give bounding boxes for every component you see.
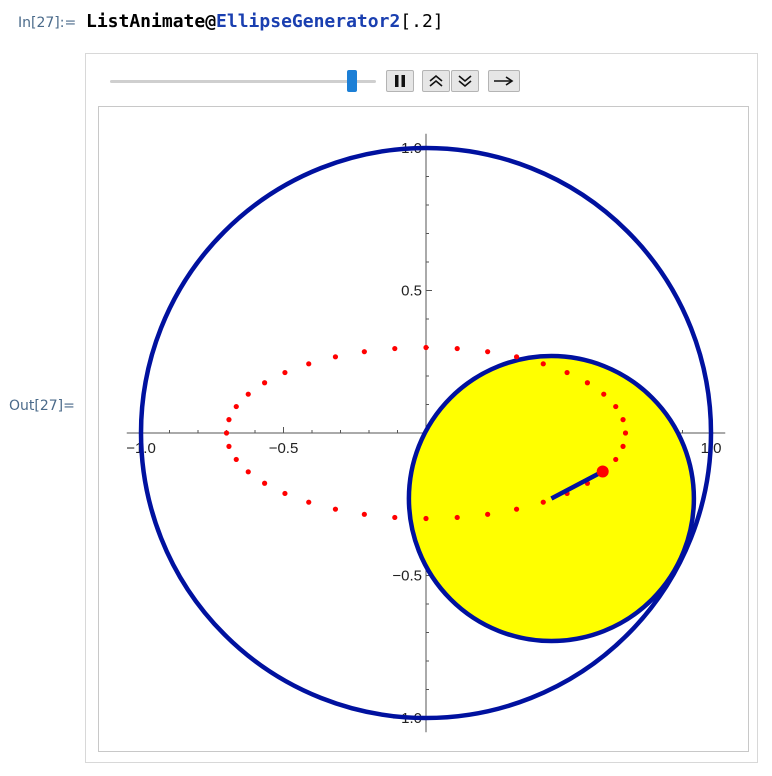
tracer-point <box>596 465 609 478</box>
ellipse-point <box>620 417 626 423</box>
output-label: Out[27]= <box>9 398 75 414</box>
ellipse-point <box>513 354 520 360</box>
ellipse-point <box>262 380 268 386</box>
x-tick-label: −0.5 <box>269 440 299 457</box>
ellipse-point <box>223 430 230 436</box>
chevron-double-up-icon <box>429 74 443 87</box>
ellipse-point <box>513 506 520 512</box>
ellipse-point <box>332 506 339 512</box>
animation-panel: −1.0−0.50.51.01.00.5−0.5−1.0 <box>85 53 758 763</box>
ellipse-point <box>601 391 607 397</box>
input-label: In[27]:= <box>18 15 77 31</box>
y-tick-label: −0.5 <box>392 568 422 585</box>
ellipse-point <box>613 456 619 463</box>
ellipse-point <box>282 490 288 497</box>
code-function: ListAnimate@ <box>86 11 217 32</box>
pause-button[interactable] <box>386 70 414 92</box>
frame-slider[interactable] <box>110 80 376 83</box>
ellipse-point <box>233 403 239 410</box>
ellipse-point <box>226 417 232 423</box>
animation-plot: −1.0−0.50.51.01.00.5−0.5−1.0 <box>126 133 726 733</box>
ellipse-point <box>485 349 491 355</box>
right-arrow-icon <box>494 76 514 86</box>
ellipse-point <box>361 511 367 517</box>
ellipse-point <box>540 361 546 367</box>
slower-button[interactable] <box>451 70 479 92</box>
ellipse-point <box>262 480 268 486</box>
ellipse-point <box>540 499 546 505</box>
ellipse-point <box>392 345 398 352</box>
plot-frame: −1.0−0.50.51.01.00.5−0.5−1.0 <box>98 106 749 752</box>
code-args: [.2] <box>400 11 444 32</box>
chevron-double-down-icon <box>458 75 472 88</box>
ellipse-point <box>245 391 251 397</box>
ellipse-point <box>245 469 251 475</box>
ellipse-point <box>361 349 367 355</box>
ellipse-point <box>306 499 312 505</box>
ellipse-point <box>233 456 239 463</box>
input-code[interactable]: ListAnimate@EllipseGenerator2[.2] <box>86 11 444 32</box>
ellipse-point <box>282 369 288 376</box>
ellipse-point <box>584 380 590 386</box>
faster-button[interactable] <box>422 70 450 92</box>
frame-slider-thumb[interactable] <box>347 70 357 92</box>
ellipse-point <box>423 515 429 522</box>
y-tick-label: 0.5 <box>401 283 422 300</box>
ellipse-point <box>226 443 232 449</box>
ellipse-point <box>423 344 429 351</box>
pause-icon <box>395 75 405 87</box>
ellipse-point <box>622 430 629 436</box>
ellipse-point <box>454 345 460 352</box>
ellipse-point <box>564 369 570 376</box>
ellipse-point <box>613 403 619 410</box>
ellipse-point <box>620 443 626 449</box>
direction-button[interactable] <box>488 70 520 92</box>
code-name: EllipseGenerator2 <box>216 11 401 32</box>
ellipse-point <box>392 514 398 521</box>
ellipse-point <box>454 514 460 521</box>
ellipse-point <box>485 511 491 517</box>
ellipse-point <box>306 361 312 367</box>
ellipse-point <box>332 354 339 360</box>
